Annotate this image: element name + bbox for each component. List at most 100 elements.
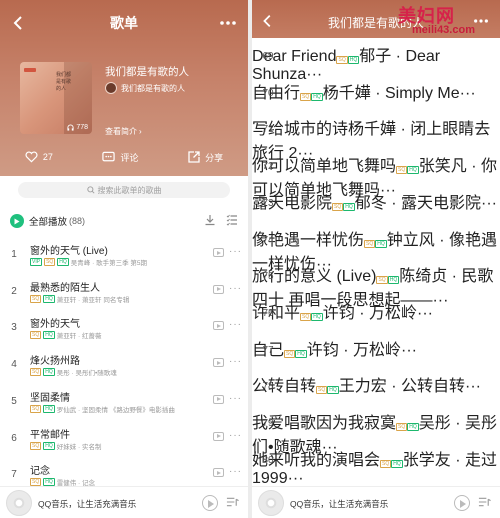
playlist-cover[interactable]: 我们都是有歌的人 778 (20, 62, 92, 134)
song-row[interactable]: 1 窗外的天气 (Live) VIP SQ HQ 吴青峰 · 歌手第三季 第5期 ··· (0, 240, 248, 277)
more-icon[interactable]: ··· (481, 195, 497, 212)
song-meta: SQ HQ 王力宏 · 公转自转 (316, 378, 465, 395)
song-row[interactable]: 78 公转自转 SQ HQ 王力宏 · 公转自转··· (252, 372, 500, 409)
song-row[interactable]: 77 自己 SQ HQ 许钧 · 万松岭··· (252, 336, 500, 373)
more-icon[interactable]: ··· (229, 430, 242, 440)
search-placeholder: 搜索此歌单的歌曲 (97, 185, 162, 195)
comment-icon (102, 151, 116, 162)
song-artist-album: 杨千嬅 · Simply Me (322, 84, 460, 102)
song-meta: SQ HQ 罗仙武 · 坚固柔情 《路边野餐》电影插曲 (30, 404, 175, 414)
player-text: QQ音乐，让生活充满音乐 (290, 499, 389, 509)
action-bar: 27 评论 分享 (0, 146, 248, 168)
song-row[interactable]: 74 像艳遇一样忧伤 SQ HQ 钟立风 · 像艳遇一样忧伤··· (252, 226, 500, 273)
disc-icon[interactable] (6, 490, 32, 516)
view-intro-link[interactable]: 查看简介 › (105, 126, 142, 137)
song-index: 76 (262, 307, 274, 319)
disc-icon[interactable] (258, 490, 284, 516)
song-artist-album: 许钧 · 万松岭 (322, 304, 417, 322)
search-input[interactable]: 搜索此歌单的歌曲 (18, 182, 230, 198)
mv-icon[interactable] (213, 248, 224, 257)
mini-player[interactable]: QQ音乐，让生活充满音乐 (0, 486, 248, 518)
song-index: 5 (11, 395, 17, 407)
quality-badge: HQ (57, 258, 69, 266)
song-row[interactable]: 76 许和平 SQ HQ 许钧 · 万松岭··· (252, 299, 500, 336)
song-meta: SQ HQ 许钧 · 万松岭 (284, 342, 401, 359)
song-title: 窗外的天气 (30, 319, 80, 331)
comment-button[interactable]: 评论 (102, 151, 138, 164)
mv-icon[interactable] (213, 394, 224, 404)
multi-select-icon[interactable] (226, 214, 238, 226)
quality-badge: HQ (43, 368, 55, 377)
quality-badge: HQ (343, 202, 355, 211)
more-icon[interactable]: ··· (417, 305, 433, 322)
song-row[interactable]: 3 窗外的天气 SQ HQ 萧亚轩 · 红蔷薇 ··· (0, 313, 248, 350)
more-icon[interactable]: ··· (229, 467, 242, 477)
more-icon[interactable]: ··· (401, 342, 417, 359)
quality-badge: SQ (30, 294, 42, 303)
play-all-button[interactable] (10, 214, 24, 228)
mv-icon[interactable] (213, 321, 224, 331)
song-index: 74 (262, 234, 274, 246)
play-button[interactable] (202, 495, 218, 511)
more-icon[interactable] (218, 14, 238, 32)
song-index: 6 (11, 432, 17, 444)
quality-badge: HQ (375, 239, 387, 248)
more-icon[interactable]: ··· (288, 470, 304, 487)
song-meta: SQ HQ 萧亚轩 · 红蔷薇 (30, 330, 102, 340)
song-row[interactable]: 70 自由行 SQ HQ 杨千嬅 · Simply Me··· (252, 79, 500, 116)
creator[interactable]: 我们都是有歌的人 (105, 82, 185, 94)
song-row[interactable]: 69 Dear Friend SQ HQ 郁子 · Dear Shunza··· (252, 42, 500, 83)
mv-icon[interactable] (213, 468, 224, 478)
quality-badge: HQ (43, 331, 55, 340)
song-row[interactable]: 2 最熟悉的陌生人 SQ HQ 萧亚轩 · 萧亚轩 同名专辑 ··· (0, 277, 248, 314)
like-button[interactable]: 27 (25, 151, 53, 163)
song-artist-album: 萧亚轩 · 红蔷薇 (56, 333, 102, 341)
headphone-icon (67, 124, 74, 131)
song-artist-album: 许钧 · 万松岭 (306, 341, 401, 359)
right-panel: 我们都是有歌的人 美妇网 meili43.com 69 Dear Friend SQ… (252, 0, 500, 518)
quality-badge: HQ (43, 294, 55, 303)
playlist-icon[interactable] (226, 496, 239, 508)
song-row[interactable]: 79 我爱唱歌因为我寂寞 SQ HQ 吴彤 · 吴彤们•随歌魂··· (252, 409, 500, 456)
quality-badge: SQ (30, 368, 42, 377)
song-row[interactable]: 75 旅行的意义 (Live) SQ HQ 陈绮贞 · 民歌四十 再唱一段思想起——··… (252, 262, 500, 309)
more-icon[interactable]: ··· (460, 85, 476, 102)
more-icon[interactable]: ··· (229, 393, 242, 403)
song-count: (88) (69, 216, 86, 226)
playlist-icon[interactable] (478, 496, 491, 508)
play-button[interactable] (454, 495, 470, 511)
like-count: 27 (42, 152, 53, 162)
download-icon[interactable] (204, 214, 216, 226)
song-row[interactable]: 80 她来听我的演唱会 SQ HQ 张学友 · 走过1999··· (252, 446, 500, 487)
song-title: 烽火扬州路 (30, 356, 80, 368)
mv-icon[interactable] (213, 358, 224, 368)
song-row[interactable]: 5 坚固柔情 SQ HQ 罗仙武 · 坚固柔情 《路边野餐》电影插曲 ··· (0, 387, 248, 424)
song-row[interactable]: 73 露天电影院 SQ HQ 郁冬 · 露天电影院··· (252, 189, 500, 226)
song-index: 4 (11, 359, 17, 371)
share-button[interactable]: 分享 (188, 151, 223, 164)
song-row[interactable]: 6 平常邮件 SQ HQ 好妹妹 · 实名制 ··· (0, 424, 248, 461)
quality-badge: HQ (327, 386, 339, 395)
quality-badge: HQ (43, 404, 55, 413)
song-row[interactable]: 72 你可以简单地飞舞吗 SQ HQ 张笑凡 · 你可以简单地飞舞吗··· (252, 152, 500, 199)
song-artist-album: 吴青峰 · 歌手第三季 第5期 (70, 260, 147, 267)
quality-badge: SQ (300, 312, 312, 321)
more-icon[interactable]: ··· (229, 247, 242, 257)
mv-icon[interactable] (213, 284, 224, 294)
mv-icon[interactable] (213, 431, 224, 441)
more-icon[interactable]: ··· (229, 357, 242, 367)
play-all-label[interactable]: 全部播放 (29, 214, 67, 228)
song-title: 最熟悉的陌生人 (30, 282, 100, 294)
song-index: 78 (262, 381, 274, 393)
song-row[interactable]: 4 烽火扬州路 SQ HQ 吴彤 · 吴彤们•随歌魂 ··· (0, 350, 248, 387)
song-meta: VIP SQ HQ 吴青峰 · 歌手第三季 第5期 (30, 257, 147, 267)
more-icon[interactable]: ··· (465, 378, 481, 395)
back-icon[interactable] (10, 14, 28, 32)
more-icon[interactable]: ··· (229, 320, 242, 330)
screens: 歌单 我们都是有歌的人 778 我们都是有歌的人 我们都是有歌的人 查看简介 › (0, 0, 500, 518)
mini-player[interactable]: QQ音乐，让生活充满音乐 (252, 486, 500, 518)
song-index: 77 (262, 344, 274, 356)
more-icon[interactable]: ··· (229, 283, 242, 293)
song-row[interactable]: 71 写给城市的诗杨千嬅 · 闭上眼睛去旅行 2··· (252, 115, 500, 162)
quality-badge: SQ (364, 239, 376, 248)
